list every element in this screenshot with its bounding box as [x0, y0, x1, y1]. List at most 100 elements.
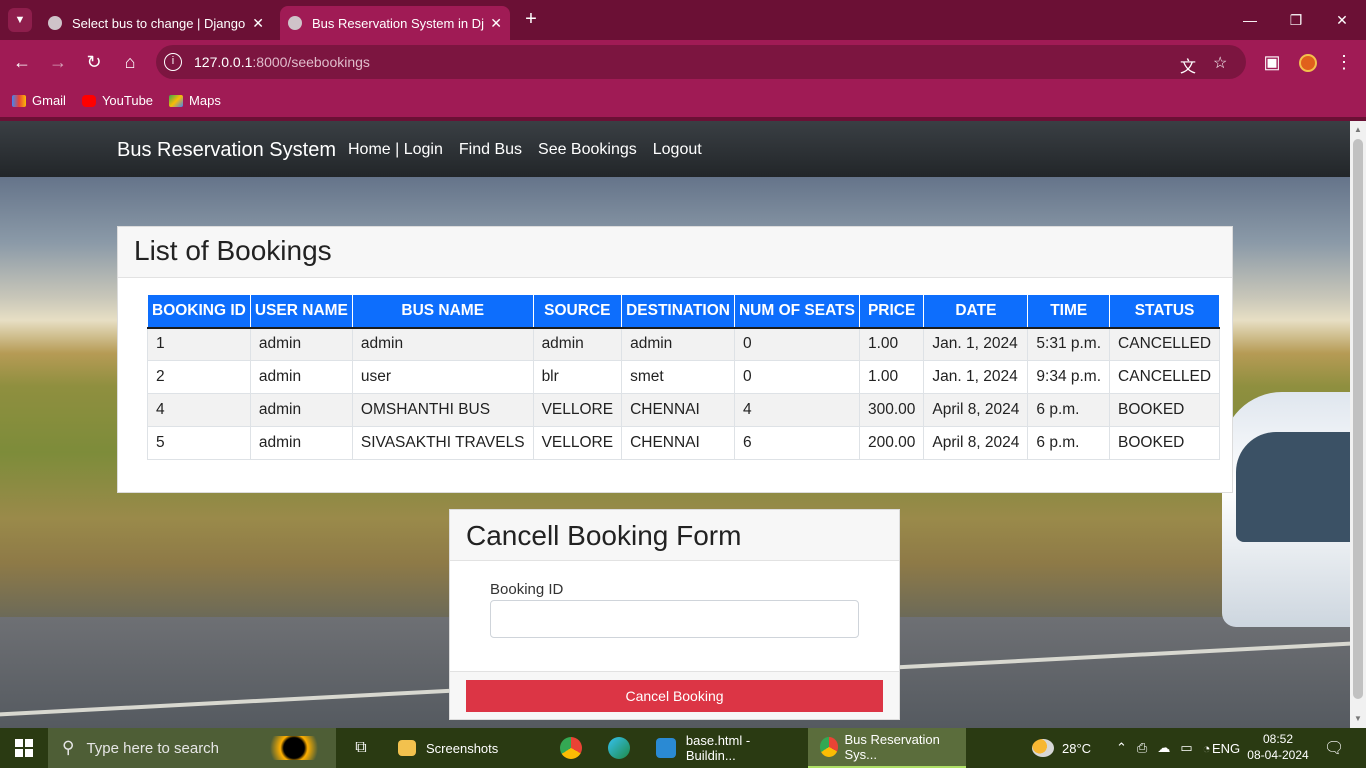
taskbar-screenshots[interactable]: Screenshots — [390, 728, 542, 768]
tab-title: Bus Reservation System in Djan — [312, 15, 485, 31]
meet-now-icon[interactable]: ⎙ — [1137, 740, 1147, 756]
wifi-icon[interactable]: ◔ — [1203, 741, 1211, 756]
tab-title: Select bus to change | Django s — [72, 15, 247, 31]
scroll-thumb[interactable] — [1353, 139, 1363, 699]
reload-icon[interactable]: ↻ — [82, 50, 106, 74]
folder-icon — [398, 740, 416, 756]
gmail-icon — [12, 94, 26, 107]
tab-strip: ▼ Select bus to change | Django s ✕ Bus … — [0, 0, 1366, 40]
cell-time: 6 p.m. — [1027, 393, 1111, 427]
taskbar-clock[interactable]: 08:52 08-04-2024 — [1246, 731, 1310, 763]
search-highlight-eclipse-icon — [262, 736, 326, 760]
cell-user-name: admin — [249, 327, 353, 361]
site-navbar: Bus Reservation System Home | Login Find… — [0, 121, 1350, 177]
cell-user-name: admin — [249, 360, 353, 394]
minimize-button[interactable]: — — [1238, 8, 1262, 32]
scroll-down-arrow-icon[interactable]: ▼ — [1354, 714, 1362, 723]
close-tab-icon[interactable]: ✕ — [490, 15, 502, 32]
nav-logout[interactable]: Logout — [653, 141, 702, 159]
cell-status: CANCELLED — [1109, 327, 1221, 361]
bookmark-label: Maps — [189, 93, 221, 108]
cell-bus-name: user — [351, 360, 534, 394]
profile-avatar[interactable] — [1296, 50, 1320, 74]
bookings-title: List of Bookings — [134, 235, 332, 266]
back-arrow-icon[interactable]: ← — [10, 50, 34, 74]
cell-source: VELLORE — [532, 426, 623, 460]
task-view-icon[interactable]: ⧉ — [350, 728, 372, 768]
battery-icon[interactable]: ▭ — [1180, 740, 1192, 756]
taskbar-item-label: Bus Reservation Sys... — [844, 732, 940, 762]
tab-search-button[interactable]: ▼ — [8, 8, 32, 32]
bookings-table: BOOKING ID USER NAME BUS NAME SOURCE DES… — [147, 294, 1221, 460]
column-header: STATUS — [1109, 294, 1221, 329]
cancel-form-title: Cancell Booking Form — [466, 520, 742, 551]
column-header: SOURCE — [532, 294, 623, 329]
bookmark-youtube[interactable]: YouTube — [81, 93, 154, 108]
chrome-icon — [560, 737, 582, 759]
url-text[interactable]: 127.0.0.1:8000/seebookings — [194, 54, 370, 70]
cell-price: 300.00 — [858, 393, 925, 427]
column-header: DESTINATION — [621, 294, 735, 329]
restore-button[interactable]: ❐ — [1284, 8, 1308, 32]
scroll-up-arrow-icon[interactable]: ▲ — [1354, 125, 1362, 134]
taskbar-item-label: Screenshots — [426, 740, 499, 756]
table-row: 5 admin SIVASAKTHI TRAVELS VELLORE CHENN… — [147, 426, 1221, 460]
site-brand[interactable]: Bus Reservation System — [117, 139, 336, 162]
bookmark-label: Gmail — [32, 93, 66, 108]
cell-status: CANCELLED — [1109, 360, 1221, 394]
cell-destination: admin — [621, 327, 735, 361]
booking-id-input[interactable] — [490, 600, 859, 638]
translate-icon[interactable]: 文 — [1180, 53, 1196, 77]
forward-arrow-icon[interactable]: → — [46, 50, 70, 74]
home-icon[interactable]: ⌂ — [118, 50, 142, 74]
nav-home-login[interactable]: Home | Login — [348, 141, 443, 159]
cell-destination: CHENNAI — [621, 426, 735, 460]
address-bar[interactable]: i 127.0.0.1:8000/seebookings 文 ☆ — [156, 45, 1246, 79]
taskbar-search[interactable]: ⚲ Type here to search — [48, 728, 336, 768]
column-header: BUS NAME — [351, 294, 534, 329]
new-tab-button[interactable]: + — [520, 8, 542, 30]
chevron-up-icon[interactable]: ⌃ — [1116, 740, 1127, 756]
cancel-booking-button[interactable]: Cancel Booking — [466, 680, 883, 712]
tab-bus-reservation[interactable]: Bus Reservation System in Djan ✕ — [280, 6, 510, 40]
close-window-button[interactable]: ✕ — [1330, 8, 1354, 32]
notifications-icon[interactable]: 🗨 — [1324, 728, 1344, 768]
taskbar-vscode[interactable]: base.html - Buildin... — [648, 728, 803, 768]
bookmark-gmail[interactable]: Gmail — [12, 93, 66, 108]
cell-num-seats: 0 — [733, 360, 860, 394]
side-panel-icon[interactable]: ▣ — [1260, 50, 1284, 74]
nav-see-bookings[interactable]: See Bookings — [538, 141, 637, 159]
taskbar-search-placeholder: Type here to search — [86, 739, 220, 757]
table-row: 2 admin user blr smet 0 1.00 Jan. 1, 202… — [147, 360, 1221, 394]
close-tab-icon[interactable]: ✕ — [252, 15, 264, 32]
taskbar-edge[interactable] — [608, 728, 632, 768]
cancel-card-header: Cancell Booking Form — [450, 510, 899, 561]
page-scrollbar[interactable]: ▲ ▼ — [1350, 121, 1366, 728]
bookmark-star-icon[interactable]: ☆ — [1213, 53, 1227, 73]
cell-destination: smet — [621, 360, 735, 394]
language-indicator[interactable]: ENG — [1212, 728, 1240, 768]
weather-temperature: 28°C — [1062, 740, 1092, 756]
edge-icon — [608, 737, 630, 759]
search-icon: ⚲ — [62, 738, 75, 757]
cell-status: BOOKED — [1109, 426, 1221, 460]
bookmark-maps[interactable]: Maps — [169, 93, 221, 108]
cell-bus-name: admin — [351, 327, 534, 361]
taskbar-chrome[interactable] — [560, 728, 584, 768]
clock-time: 08:52 — [1262, 732, 1294, 746]
site-info-icon[interactable]: i — [164, 53, 182, 71]
browser-toolbar: ← → ↻ ⌂ i 127.0.0.1:8000/seebookings 文 ☆… — [0, 40, 1366, 84]
bookmark-label: YouTube — [101, 93, 154, 108]
tab-django-admin[interactable]: Select bus to change | Django s ✕ — [40, 6, 272, 40]
cell-num-seats: 6 — [733, 426, 860, 460]
cell-num-seats: 0 — [733, 327, 860, 361]
browser-menu-icon[interactable]: ⋮ — [1332, 50, 1356, 74]
taskbar-chrome-bus-reservation[interactable]: Bus Reservation Sys... — [808, 728, 966, 768]
start-button[interactable] — [0, 728, 48, 768]
onedrive-cloud-icon[interactable]: ☁ — [1157, 740, 1170, 756]
nav-find-bus[interactable]: Find Bus — [459, 141, 522, 159]
cell-time: 9:34 p.m. — [1027, 360, 1111, 394]
clock-date: 08-04-2024 — [1247, 748, 1309, 762]
table-row: 4 admin OMSHANTHI BUS VELLORE CHENNAI 4 … — [147, 393, 1221, 427]
weather-widget[interactable]: 28°C — [1032, 728, 1091, 768]
